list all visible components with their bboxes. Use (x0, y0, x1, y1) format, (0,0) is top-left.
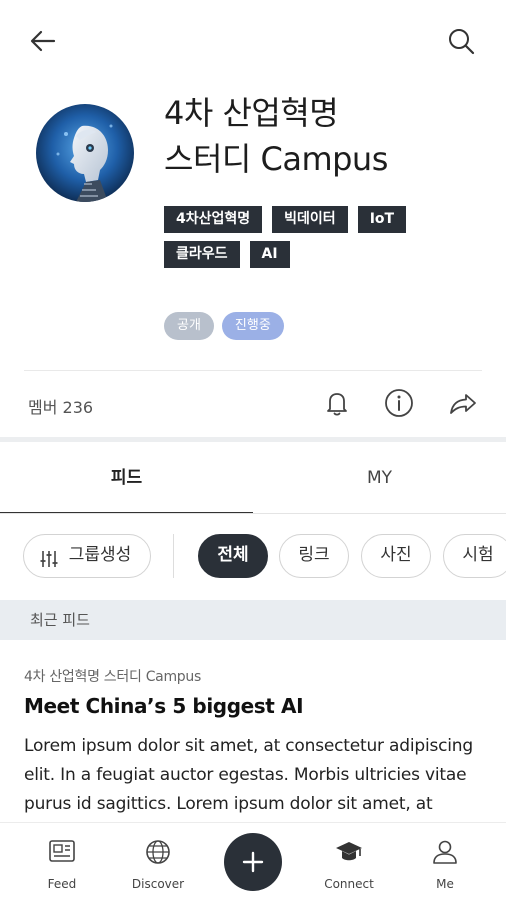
title-line-2: 스터디 Campus (164, 140, 388, 178)
tab-bar: 피드 MY (0, 442, 506, 514)
section-title: 최근 피드 (0, 600, 506, 640)
title-line-1: 4차 산업혁명 (164, 94, 339, 132)
bell-icon[interactable] (320, 386, 354, 420)
post-title: Meet China’s 5 biggest AI (24, 694, 304, 718)
chip-exam[interactable]: 시험 (443, 534, 506, 578)
tag[interactable]: AI (249, 241, 290, 268)
divider (0, 513, 506, 514)
nav-me-label: Me (436, 877, 454, 891)
top-bar (0, 0, 506, 82)
tag[interactable]: IoT (357, 206, 407, 233)
create-group-button[interactable]: 그룹생성 (23, 534, 151, 578)
divider (24, 370, 482, 371)
member-count[interactable]: 멤버 236 (28, 394, 93, 418)
post-group-name: 4차 산업혁명 스터디 Campus (24, 669, 201, 685)
in-progress-badge: 진행중 (221, 312, 284, 340)
nav-feed[interactable]: Feed (17, 823, 107, 900)
info-icon[interactable] (382, 386, 416, 420)
nav-connect[interactable]: Connect (304, 823, 394, 900)
tag[interactable]: 4차산업혁명 (164, 206, 263, 233)
feed-post[interactable]: 4차 산업혁명 스터디 Campus Meet China’s 5 bigges… (24, 666, 494, 819)
community-avatar[interactable] (36, 104, 134, 202)
plus-icon (242, 851, 264, 873)
nav-feed-label: Feed (47, 877, 77, 891)
tag-list: 4차산업혁명 빅데이터 IoT 클라우드 AI (164, 206, 464, 268)
graduation-cap-icon (336, 842, 362, 861)
divider (173, 534, 174, 578)
user-icon (433, 840, 457, 864)
arrow-left-icon[interactable] (26, 24, 60, 58)
nav-discover-label: Discover (131, 877, 185, 891)
tag[interactable]: 빅데이터 (272, 206, 348, 233)
share-icon[interactable] (446, 386, 480, 420)
create-group-label: 그룹생성 (68, 545, 132, 565)
status-badges: 공개 진행중 (164, 312, 284, 340)
nav-me[interactable]: Me (400, 823, 490, 900)
post-body: Lorem ipsum dolor sit amet, at consectet… (24, 736, 473, 814)
tab-feed[interactable]: 피드 (0, 442, 253, 514)
community-title: 4차 산업혁명 스터디 Campus (164, 90, 484, 182)
globe-icon (146, 840, 170, 864)
feed-icon (49, 840, 75, 862)
add-button[interactable] (224, 833, 282, 891)
filter-chips: 그룹생성 전체 링크 사진 시험 (0, 534, 506, 578)
tag[interactable]: 클라우드 (164, 241, 240, 268)
sliders-icon (38, 545, 60, 586)
chip-all[interactable]: 전체 (198, 534, 268, 578)
search-icon[interactable] (444, 24, 478, 58)
tab-my[interactable]: MY (253, 442, 506, 514)
chip-photo[interactable]: 사진 (361, 534, 431, 578)
nav-discover[interactable]: Discover (113, 823, 203, 900)
chip-link[interactable]: 링크 (279, 534, 349, 578)
public-badge: 공개 (164, 312, 214, 340)
bottom-navigation: Feed Discover Connect Me (0, 822, 506, 900)
nav-connect-label: Connect (324, 877, 374, 891)
